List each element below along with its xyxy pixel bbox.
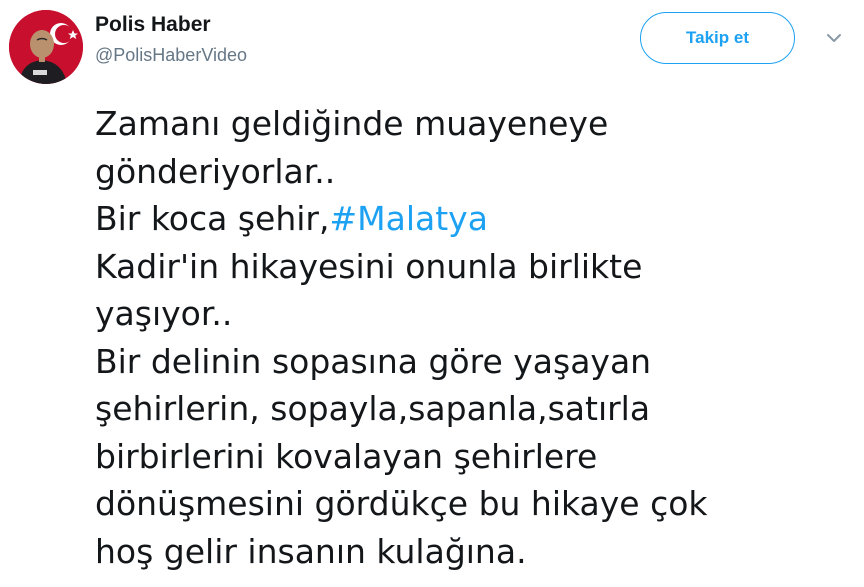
tweet-text-line: gönderiyorlar.. (95, 151, 336, 191)
tweet-text-line: birbirlerini kovalayan şehirlere (95, 436, 598, 476)
hashtag-link[interactable]: #Malatya (329, 199, 487, 238)
tweet-text-line: Bir delinin sopasına göre yaşayan (95, 341, 652, 381)
tweet-text-segment: Bir koca şehir, (95, 199, 330, 238)
display-name[interactable]: Polis Haber (95, 13, 211, 37)
tweet-text-line: şehirlerin, sopayla,sapanla,satırla (95, 389, 651, 428)
tweet-text-line: dönüşmesini gördükçe bu hikaye çok (95, 484, 708, 523)
chevron-down-icon[interactable] (823, 30, 845, 46)
avatar[interactable] (9, 10, 83, 84)
tweet-card: Polis Haber @PolisHaberVideo Takip et Za… (0, 0, 864, 587)
tweet-text-line: Zamanı geldiğinde muayeneye (95, 104, 609, 143)
follow-button[interactable]: Takip et (640, 12, 795, 64)
tweet-text-line: Bir koca şehir,#Malatya (95, 195, 835, 243)
follow-button-label: Takip et (686, 28, 749, 47)
avatar-image (9, 10, 83, 84)
tweet-text: Zamanı geldiğinde muayeneye gönderiyorla… (95, 100, 835, 575)
user-handle[interactable]: @PolisHaberVideo (95, 45, 247, 66)
tweet-text-line: Kadir'in hikayesini onunla birlikte (95, 246, 643, 286)
tweet-text-line: hoş gelir insanın kulağına. (95, 531, 527, 571)
tweet-text-line: yaşıyor.. (95, 294, 233, 333)
